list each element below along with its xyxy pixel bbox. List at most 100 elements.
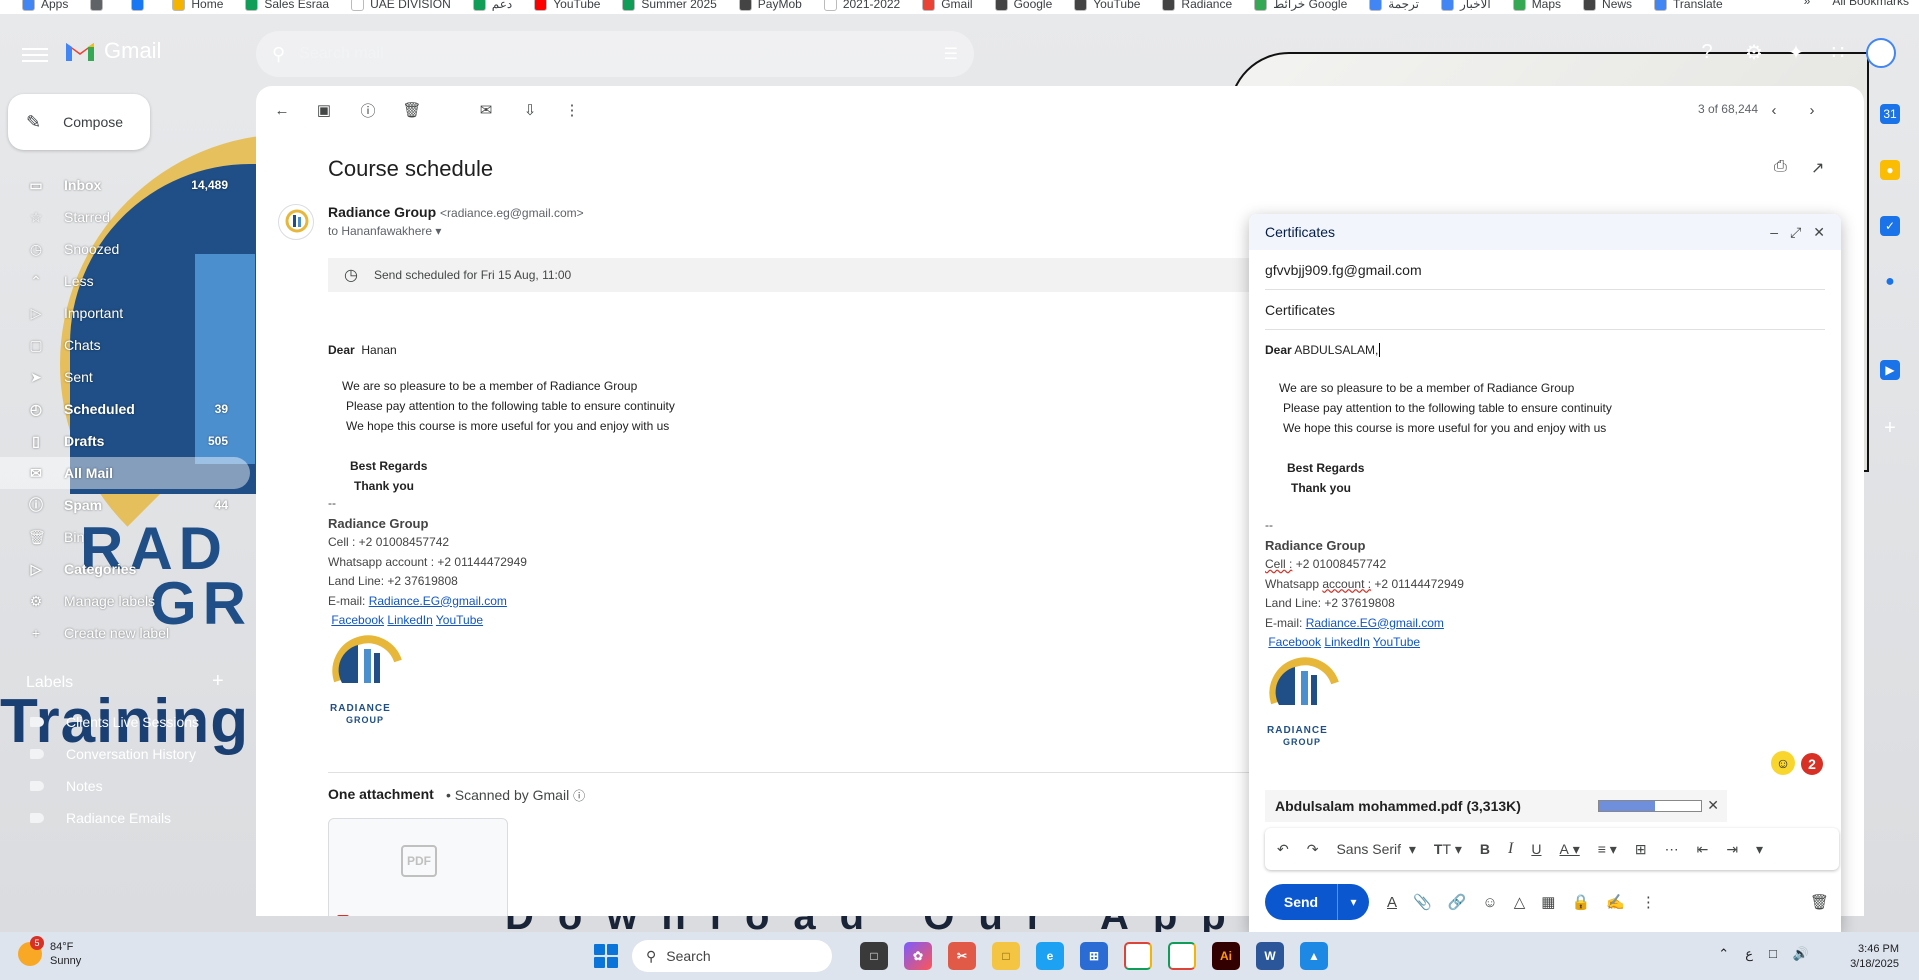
back-arrow-icon[interactable]: ←	[272, 100, 292, 120]
text-color-icon[interactable]: A ▾	[1559, 841, 1579, 858]
report-spam-icon[interactable]: ⓘ	[358, 100, 378, 120]
undo-icon[interactable]: ↶	[1277, 841, 1289, 858]
youtube-link[interactable]: YouTube	[436, 613, 483, 627]
calculator-icon[interactable]: ⊞	[1080, 942, 1108, 970]
compose-to-field[interactable]: gfvvbjj909.fg@gmail.com	[1265, 250, 1825, 290]
linkedin-link[interactable]: LinkedIn	[387, 613, 432, 627]
italic-icon[interactable]: I	[1508, 840, 1513, 858]
label-item[interactable]: Clients Live Sessions	[0, 706, 250, 738]
task-view-icon[interactable]: □	[860, 942, 888, 970]
move-to-icon[interactable]: ⇩	[520, 100, 540, 120]
file-explorer-icon[interactable]: □	[992, 942, 1020, 970]
network-icon[interactable]: □	[1769, 946, 1777, 962]
bookmark-item[interactable]: 2021-2022	[823, 0, 900, 11]
sidebar-item-categories[interactable]: ▷ Categories	[0, 553, 250, 585]
minimize-icon[interactable]: –	[1770, 224, 1778, 241]
taskbar-clock[interactable]: 3:46 PM 3/18/2025	[1850, 942, 1899, 972]
gmail-logo[interactable]: Gmail	[64, 38, 161, 64]
google-drive-icon[interactable]: △	[1514, 893, 1526, 911]
compose-line-2[interactable]: Please pay attention to the following ta…	[1283, 398, 1612, 418]
label-item[interactable]: Radiance Emails	[0, 802, 250, 834]
bookmark-item[interactable]: News	[1583, 0, 1632, 11]
meet-video-icon[interactable]: ▶	[1880, 360, 1900, 380]
discard-draft-trash-icon[interactable]: 🗑	[1810, 893, 1829, 911]
underline-icon[interactable]: U	[1531, 841, 1541, 857]
bulleted-list-icon[interactable]: ⋯	[1665, 841, 1679, 858]
windows-start-icon[interactable]	[594, 944, 618, 968]
compose-line-3[interactable]: We hope this course is more useful for y…	[1283, 418, 1606, 438]
sidebar-item-bin[interactable]: 🗑 Bin	[0, 521, 250, 553]
contacts-icon[interactable]: ●	[1880, 272, 1900, 292]
text-size-icon[interactable]: TT ▾	[1434, 841, 1462, 858]
align-icon[interactable]: ≡ ▾	[1598, 841, 1617, 858]
bookmark-item[interactable]: Apps	[22, 0, 68, 11]
settings-gear-icon[interactable]: ⚙	[1742, 40, 1766, 64]
microsoft-word-icon[interactable]: W	[1256, 942, 1284, 970]
taskbar-search-box[interactable]: ⚲ Search	[632, 940, 832, 972]
redo-icon[interactable]: ↷	[1307, 841, 1319, 858]
sidebar-item-starred[interactable]: ☆ Starred	[0, 201, 250, 233]
sidebar-item-spam[interactable]: ⓘ Spam 44	[0, 489, 250, 521]
confidential-mode-icon[interactable]: 🔒	[1571, 893, 1590, 911]
bookmark-item[interactable]: Gmail	[922, 0, 973, 11]
delete-icon[interactable]: 🗑	[402, 100, 422, 120]
recipient-dropdown-icon[interactable]: ▾	[435, 224, 441, 238]
info-icon[interactable]: ⓘ	[573, 789, 585, 803]
more-formatting-icon[interactable]: ▾	[1756, 841, 1763, 858]
mark-unread-icon[interactable]: ✉	[476, 100, 496, 120]
bookmark-item[interactable]	[90, 0, 109, 11]
indent-less-icon[interactable]: ⇤	[1697, 841, 1709, 858]
newer-chevron-left-icon[interactable]: ‹	[1764, 100, 1784, 120]
keep-icon[interactable]: ●	[1880, 160, 1900, 180]
recipient-line[interactable]: to Hananfawakhere ▾	[328, 224, 441, 238]
compose-header[interactable]: Certificates – ⤢ ✕	[1249, 214, 1841, 250]
bookmark-item[interactable]: YouTube	[1074, 0, 1140, 11]
bookmark-item[interactable]: Home	[172, 0, 223, 11]
main-menu-button[interactable]	[22, 44, 48, 64]
facebook-link[interactable]: Facebook	[331, 613, 384, 627]
bold-icon[interactable]: B	[1480, 841, 1490, 857]
font-family-select[interactable]: Sans Serif ▾	[1336, 841, 1415, 858]
volume-icon[interactable]: 🔊	[1793, 946, 1809, 962]
emoji-smiley-icon[interactable]: ☺	[1771, 751, 1795, 775]
cm-youtube-link[interactable]: YouTube	[1373, 635, 1420, 649]
cm-sig-email-link[interactable]: Radiance.EG@gmail.com	[1306, 616, 1444, 630]
weather-widget[interactable]: 5 84°F Sunny	[18, 936, 81, 968]
bookmark-item[interactable]: UAE DIVISION	[351, 0, 451, 11]
sidebar-item-all-mail[interactable]: ✉ All Mail	[0, 457, 250, 489]
bookmark-item[interactable]: Google	[994, 0, 1052, 11]
count-badge[interactable]: 2	[1799, 751, 1825, 777]
indent-more-icon[interactable]: ⇥	[1726, 841, 1738, 858]
older-chevron-right-icon[interactable]: ›	[1802, 100, 1822, 120]
snipping-tool-icon[interactable]: ✂	[948, 942, 976, 970]
bookmark-item[interactable]: Sales Esraa	[245, 0, 329, 11]
insert-link-icon[interactable]: 🔗	[1448, 893, 1467, 911]
send-button[interactable]: Send	[1265, 884, 1337, 920]
bookmark-item[interactable]: Summer 2025	[622, 0, 717, 11]
attachment-card[interactable]: PDF	[328, 818, 508, 916]
search-input[interactable]: Search mail	[299, 45, 943, 63]
show-hidden-icons-chevron[interactable]: ⌃	[1718, 946, 1729, 962]
compose-greeting[interactable]: Dear ABDULSALAM,	[1265, 340, 1384, 360]
sidebar-item-create-new-label[interactable]: + Create new label	[0, 617, 250, 649]
sidebar-item-scheduled[interactable]: ◴ Scheduled 39	[0, 393, 250, 425]
get-addons-plus-icon[interactable]: +	[1880, 417, 1900, 439]
copilot-icon[interactable]: ✿	[904, 942, 932, 970]
bookmark-item[interactable]: Maps	[1512, 0, 1561, 11]
help-icon[interactable]: ?	[1695, 40, 1719, 64]
more-options-icon[interactable]: ⋮	[1641, 893, 1656, 911]
tasks-icon[interactable]: ✓	[1880, 216, 1900, 236]
bookmark-item[interactable]: الأخبار	[1441, 0, 1491, 11]
sidebar-item-snoozed[interactable]: ◷ Snoozed	[0, 233, 250, 265]
signature-pen-icon[interactable]: ✍	[1606, 893, 1625, 911]
print-icon[interactable]: ⎙	[1774, 158, 1787, 176]
sidebar-item-sent[interactable]: ➤ Sent	[0, 361, 250, 393]
bookmark-item[interactable]: PayMob	[738, 0, 802, 11]
attach-file-icon[interactable]: 📎	[1413, 893, 1432, 911]
bookmark-item[interactable]: Radiance	[1162, 0, 1232, 11]
calendar-icon[interactable]: 31	[1880, 104, 1900, 124]
remove-attachment-icon[interactable]: ✕	[1707, 797, 1719, 814]
close-icon[interactable]: ✕	[1813, 224, 1825, 241]
bookmarks-overflow-icon[interactable]: »	[1804, 0, 1811, 8]
bookmark-item[interactable]: YouTube	[534, 0, 600, 11]
